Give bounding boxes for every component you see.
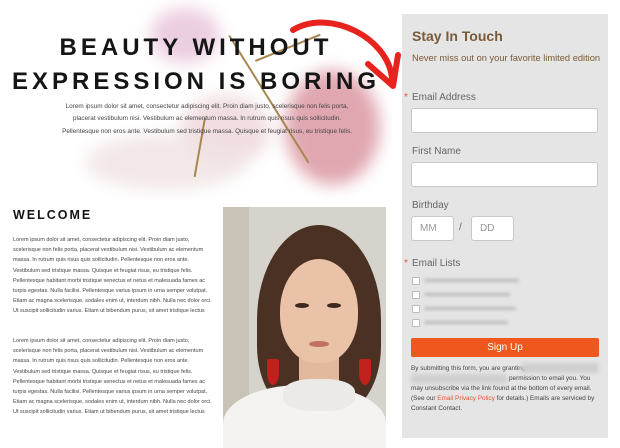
email-list-checkbox[interactable] — [412, 319, 420, 327]
email-label: Email Address — [412, 92, 476, 103]
email-field[interactable] — [411, 108, 598, 133]
required-asterisk: * — [404, 258, 408, 269]
blurred-company-name — [521, 363, 599, 373]
email-list-option-blurred — [424, 307, 516, 310]
birthday-label: Birthday — [412, 200, 449, 211]
photo-face — [280, 259, 358, 363]
date-separator: / — [459, 222, 462, 233]
birthday-day-input[interactable] — [471, 216, 514, 241]
email-list-checkbox[interactable] — [412, 277, 420, 285]
email-list-checkbox[interactable] — [412, 291, 420, 299]
disclaimer-line: permission to email you. You — [509, 375, 591, 382]
tassel-earring-icon — [267, 359, 279, 385]
tassel-earring-icon — [359, 359, 371, 385]
welcome-paragraph-1: Lorem ipsum dolor sit amet, consectetur … — [13, 237, 212, 315]
photo-eye — [327, 303, 341, 308]
welcome-heading: WELCOME — [13, 208, 93, 222]
form-subtitle: Never miss out on your favorite limited … — [412, 53, 601, 63]
email-list-option-blurred — [424, 293, 510, 296]
disclaimer-line: Constant Contact. — [411, 405, 463, 412]
required-asterisk: * — [404, 92, 408, 103]
privacy-policy-link[interactable]: Email Privacy Policy — [437, 395, 495, 402]
hero-section: BEAUTY WITHOUT EXPRESSION IS BORING Lore… — [0, 0, 392, 200]
portrait-photo — [223, 207, 386, 448]
hero-title-line1: BEAUTY WITHOUT — [59, 34, 333, 61]
email-list-option-blurred — [424, 321, 508, 324]
disclaimer-text: for details.) Emails are serviced by — [494, 395, 595, 402]
disclaimer-line: (See our Email Privacy Policy for detail… — [411, 394, 601, 404]
disclaimer-line: may unsubscribe via the link found at th… — [411, 385, 592, 392]
form-title: Stay In Touch — [412, 28, 503, 44]
sign-up-button[interactable]: Sign Up — [411, 338, 599, 357]
disclaimer-text: (See our — [411, 395, 438, 402]
photo-eye — [295, 303, 309, 308]
welcome-paragraph-2: Lorem ipsum dolor sit amet, consectetur … — [13, 338, 212, 416]
hero-body-text: Lorem ipsum dolor sit amet, consectetur … — [62, 103, 352, 135]
first-name-label: First Name — [412, 146, 461, 157]
flower-petal-decoration — [85, 135, 245, 190]
first-name-field[interactable] — [411, 162, 598, 187]
email-list-checkbox[interactable] — [412, 305, 420, 313]
email-lists-label: Email Lists — [412, 258, 461, 269]
signup-form-panel: Stay In Touch Never miss out on your fav… — [402, 14, 608, 438]
email-list-option-blurred — [424, 279, 519, 282]
photo-collar — [283, 379, 355, 411]
photo-lips — [309, 341, 329, 347]
hero-title-line2: EXPRESSION IS BORING — [11, 68, 381, 95]
blurred-company-address — [411, 374, 507, 384]
birthday-month-input[interactable] — [411, 216, 454, 241]
